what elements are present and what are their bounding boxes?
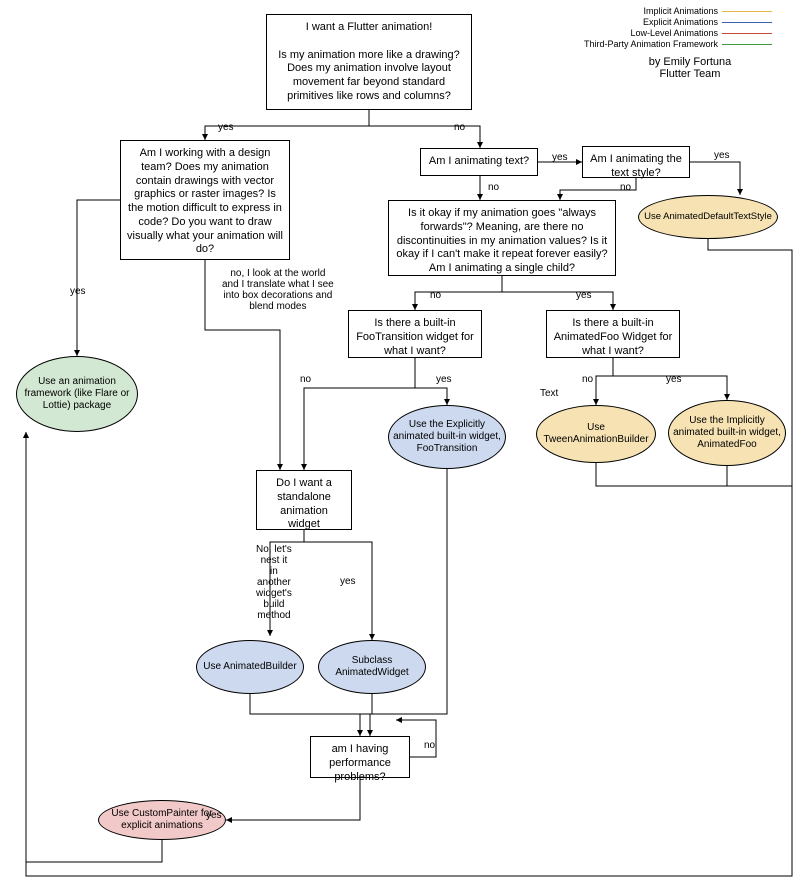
connectors	[0, 0, 800, 890]
